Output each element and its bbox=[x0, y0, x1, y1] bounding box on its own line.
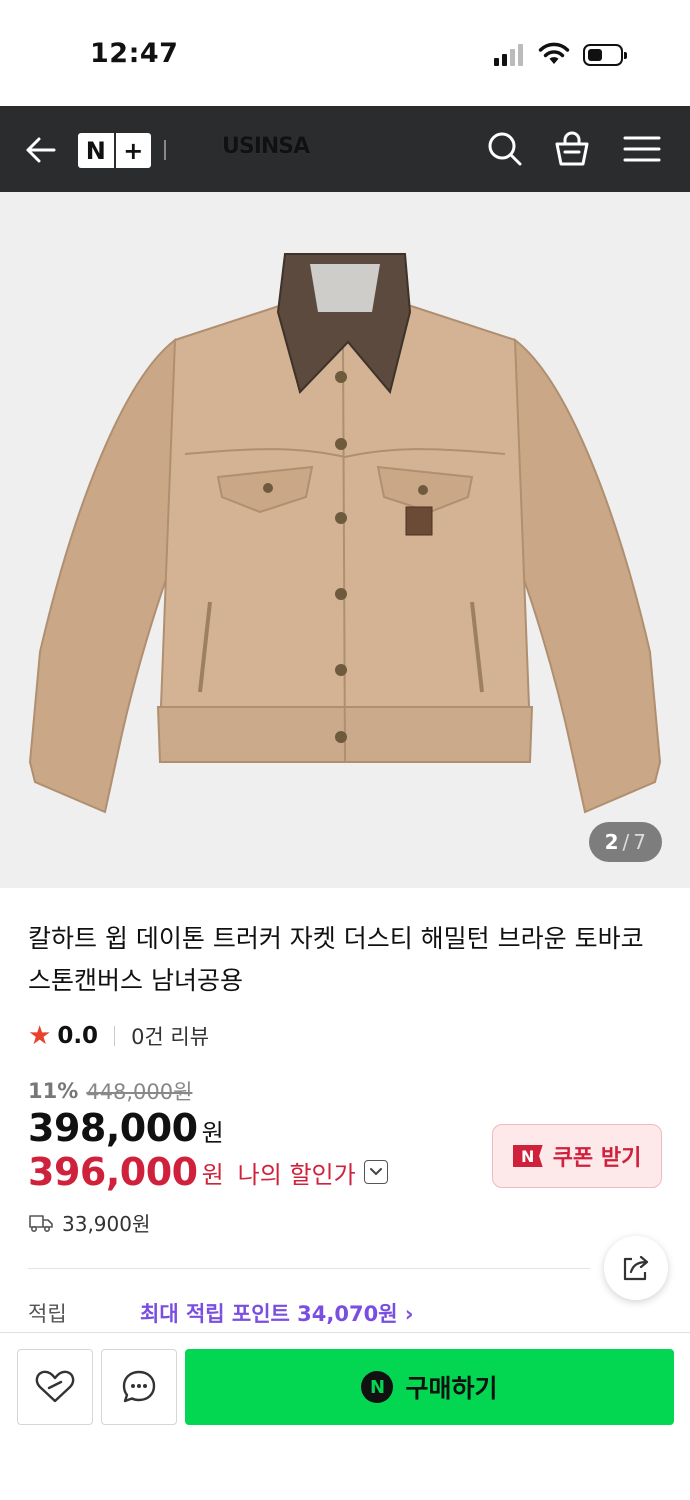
chevron-down-icon[interactable] bbox=[363, 1160, 388, 1184]
product-title: 칼하트 윕 데이톤 트러커 자켓 더스티 해밀턴 브라운 토바코 스톤캔버스 남… bbox=[28, 924, 644, 995]
shopping-bag-icon[interactable] bbox=[553, 130, 591, 168]
points-label: 적립 bbox=[28, 1302, 67, 1326]
discount-percent: 11% bbox=[28, 1079, 79, 1103]
image-counter-separator: / bbox=[622, 830, 630, 854]
rating-row[interactable]: ★ 0.0 0건 리뷰 bbox=[28, 1020, 209, 1052]
nav-divider bbox=[164, 140, 166, 160]
sale-price: 398,000 bbox=[28, 1106, 198, 1150]
naver-pay-n-icon: N bbox=[361, 1371, 394, 1403]
original-price: 448,000원 bbox=[86, 1080, 193, 1104]
bottom-action-bar: N 구매하기 bbox=[0, 1332, 690, 1500]
discount-row: 11% 448,000원 bbox=[28, 1076, 192, 1106]
my-price-unit: 원 bbox=[201, 1160, 224, 1189]
coupon-n-badge: N bbox=[512, 1145, 543, 1167]
buy-button-label: 구매하기 bbox=[405, 1374, 498, 1403]
shipping-fee: 33,900원 bbox=[62, 1212, 151, 1236]
chat-inquiry-button[interactable] bbox=[101, 1349, 177, 1425]
search-icon[interactable] bbox=[486, 130, 524, 168]
nplus-logo-plus: + bbox=[123, 136, 144, 165]
status-bar: 12:47 bbox=[0, 0, 690, 106]
points-row[interactable]: 적립 최대 적립 포인트 34,070원 › bbox=[28, 1298, 628, 1328]
store-brand-logo[interactable]: USINSA bbox=[222, 134, 310, 159]
rating-divider bbox=[114, 1026, 116, 1046]
wishlist-button[interactable] bbox=[17, 1349, 93, 1425]
heart-link-icon bbox=[35, 1370, 75, 1403]
coupon-button-label: 쿠폰 받기 bbox=[552, 1146, 642, 1171]
my-price-label: 나의 할인가 bbox=[237, 1160, 356, 1189]
product-image-gallery[interactable]: 2 / 7 bbox=[0, 192, 690, 888]
product-jacket-image bbox=[28, 253, 662, 814]
battery-icon bbox=[583, 44, 627, 66]
cellular-signal-icon bbox=[494, 44, 523, 66]
delivery-truck-icon bbox=[29, 1214, 53, 1232]
back-arrow-icon[interactable] bbox=[22, 131, 60, 169]
share-icon bbox=[623, 1255, 649, 1281]
my-price-row: 396,000 원 나의 할인가 bbox=[28, 1150, 388, 1194]
wifi-icon bbox=[538, 42, 570, 64]
section-divider bbox=[28, 1268, 590, 1269]
get-coupon-button[interactable]: N 쿠폰 받기 bbox=[492, 1124, 662, 1188]
rating-score: 0.0 bbox=[57, 1023, 99, 1049]
points-value-link[interactable]: 최대 적립 포인트 34,070원 › bbox=[140, 1298, 414, 1328]
share-button[interactable] bbox=[604, 1236, 668, 1300]
star-icon: ★ bbox=[28, 1021, 52, 1051]
status-time: 12:47 bbox=[90, 38, 179, 69]
menu-icon[interactable] bbox=[622, 130, 662, 168]
image-counter-total: 7 bbox=[633, 830, 646, 854]
image-counter-current: 2 bbox=[604, 830, 619, 854]
top-nav-bar: N + USINSA bbox=[0, 106, 690, 192]
chat-bubble-icon bbox=[122, 1370, 156, 1403]
nplus-logo-n: N bbox=[85, 136, 106, 165]
my-discount-price: 396,000 bbox=[28, 1150, 198, 1194]
image-counter: 2 / 7 bbox=[588, 822, 662, 862]
nplus-logo[interactable]: N + bbox=[78, 133, 151, 168]
sale-price-unit: 원 bbox=[201, 1119, 224, 1147]
price-row: 398,000 원 bbox=[28, 1106, 224, 1150]
buy-button[interactable]: N 구매하기 bbox=[185, 1349, 674, 1425]
review-count-link[interactable]: 0건 리뷰 bbox=[131, 1021, 209, 1051]
shipping-row: 33,900원 bbox=[28, 1208, 150, 1237]
